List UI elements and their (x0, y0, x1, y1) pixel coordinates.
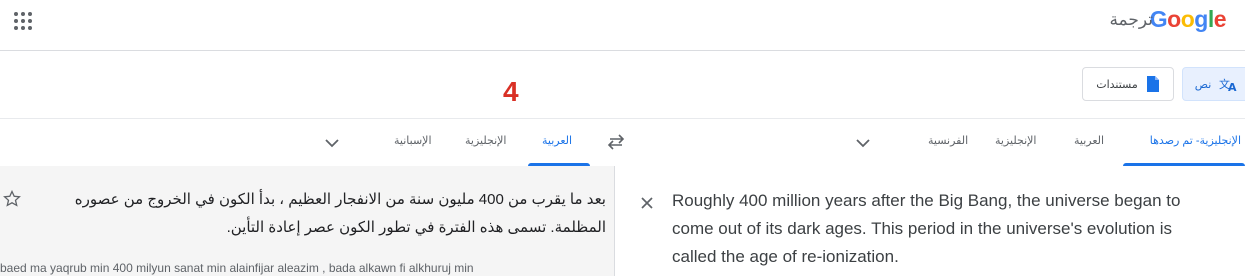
documents-mode-label: مستندات (1096, 78, 1138, 91)
swap-languages-icon[interactable] (606, 134, 626, 150)
google-logo[interactable]: Google (1150, 6, 1227, 33)
tab-target-english[interactable]: الإنجليزية (465, 134, 506, 147)
clear-source-icon[interactable] (639, 195, 655, 211)
save-translation-star-icon[interactable] (3, 190, 21, 208)
tab-source-arabic[interactable]: العربية (1074, 134, 1104, 147)
tab-target-spanish[interactable]: الإسبانية (394, 134, 432, 147)
document-icon (1146, 76, 1159, 92)
tab-source-french[interactable]: الفرنسية (928, 134, 968, 147)
target-language-dropdown-icon[interactable] (325, 138, 339, 148)
top-header (0, 0, 1245, 51)
svg-text:A: A (1228, 81, 1237, 92)
tab-source-english[interactable]: الإنجليزية (995, 134, 1036, 147)
step-marker: 4 (503, 76, 519, 107)
tab-source-detected[interactable]: الإنجليزية- تم رصدها (1150, 134, 1241, 147)
cursor-blob (622, 92, 648, 116)
text-mode-button[interactable]: نص 文 A (1182, 67, 1245, 101)
apps-grid-icon[interactable] (12, 10, 34, 32)
source-text[interactable]: Roughly 400 million years after the Big … (672, 187, 1217, 271)
documents-mode-button[interactable]: مستندات (1082, 67, 1174, 101)
translated-text: بعد ما يقرب من 400 مليون سنة من الانفجار… (74, 191, 606, 236)
text-mode-label: نص (1194, 78, 1212, 91)
tab-target-arabic[interactable]: العربية (542, 134, 572, 147)
translate-icon: 文 A (1219, 77, 1237, 92)
brand-translate-label: ترجمة (1109, 10, 1153, 29)
transliteration-text: baed ma yaqrub min 400 milyun sanat min … (0, 261, 474, 275)
source-language-dropdown-icon[interactable] (856, 138, 870, 148)
